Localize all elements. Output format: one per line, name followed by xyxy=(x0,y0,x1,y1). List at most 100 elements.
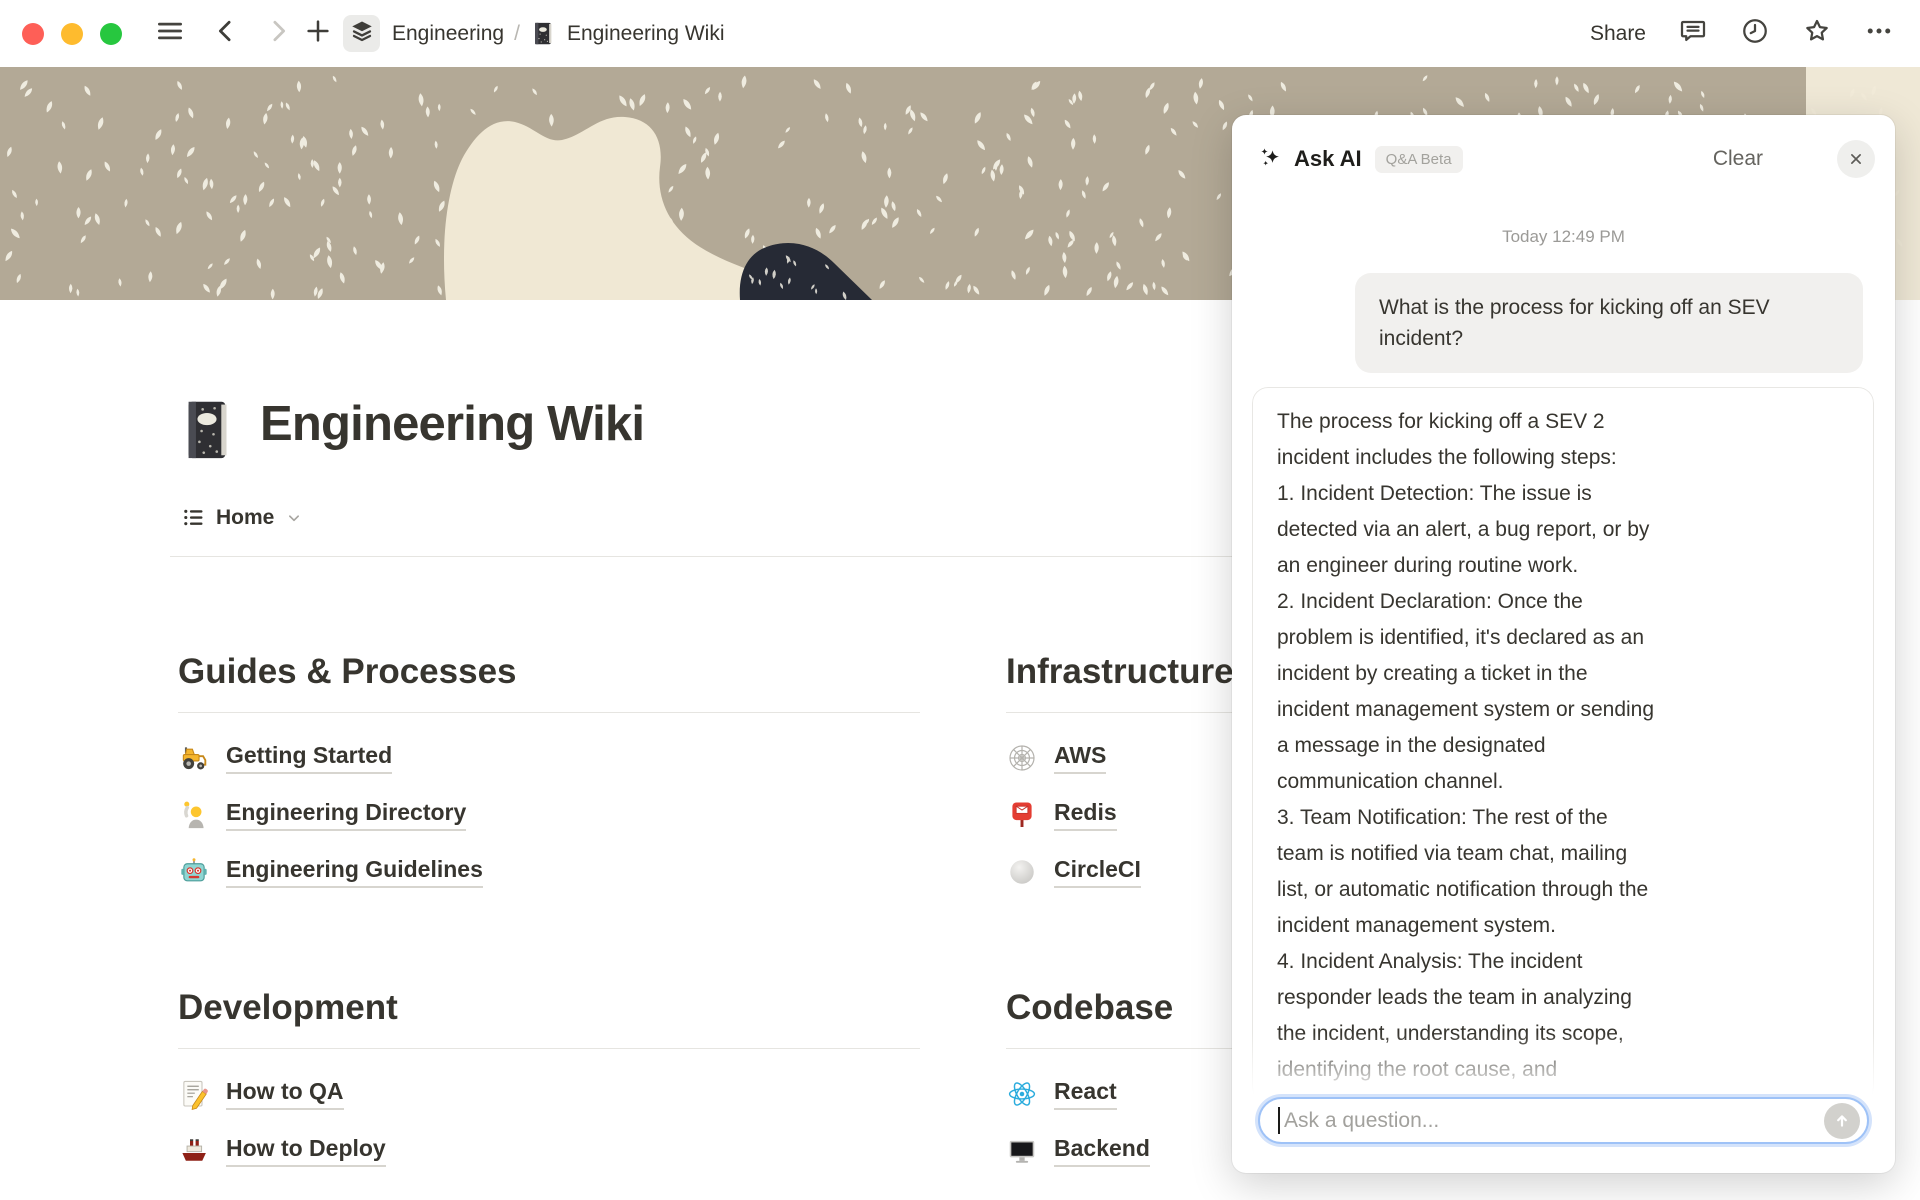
wiki-section: Guides & Processes Getting Started Enginee… xyxy=(178,628,920,900)
ai-answer-line: detected via an alert, a bug report, or … xyxy=(1277,512,1853,548)
user-question-bubble: What is the process for kicking off an S… xyxy=(1355,273,1863,373)
sidebar-menu-button[interactable] xyxy=(155,19,185,49)
notebook-icon xyxy=(530,20,557,47)
section-divider xyxy=(178,712,920,713)
view-tab-home[interactable]: Home xyxy=(181,505,304,530)
ai-answer-line: a message in the designated xyxy=(1277,728,1853,764)
share-button[interactable]: Share xyxy=(1590,22,1646,46)
close-icon xyxy=(1847,150,1865,168)
ai-answer-line: 3. Team Notification: The rest of the xyxy=(1277,800,1853,836)
wiki-section: Development How to QA How to Deploy xyxy=(178,964,920,1179)
raising-hand-icon xyxy=(178,799,210,831)
ai-answer-line: responder leads the team in analyzing xyxy=(1277,980,1853,1016)
ai-answer-line: incident includes the following steps: xyxy=(1277,440,1853,476)
sparkle-icon xyxy=(1258,146,1284,172)
comments-button[interactable] xyxy=(1678,19,1708,49)
clear-button[interactable]: Clear xyxy=(1713,147,1763,171)
ellipsis-icon xyxy=(1864,16,1894,51)
chevron-right-icon xyxy=(263,16,293,51)
back-button[interactable] xyxy=(211,19,241,49)
star-icon xyxy=(1802,16,1832,51)
wiki-page-link[interactable]: How to QA xyxy=(178,1065,920,1122)
ai-answer-line: 2. Incident Declaration: Once the xyxy=(1277,584,1853,620)
content-column-left: Guides & Processes Getting Started Enginee… xyxy=(178,628,920,1200)
traffic-close-button[interactable] xyxy=(22,23,44,45)
section-title: Development xyxy=(178,964,920,1030)
memo-icon xyxy=(178,1078,210,1110)
react-icon xyxy=(1006,1078,1038,1110)
wiki-page-link-label: Redis xyxy=(1054,799,1117,831)
conversation-timestamp: Today 12:49 PM xyxy=(1232,227,1895,247)
spiderweb-icon xyxy=(1006,742,1038,774)
wiki-page-link-label: CircleCI xyxy=(1054,856,1141,888)
ai-answer-line: 4. Incident Analysis: The incident xyxy=(1277,944,1853,980)
window-toolbar: Engineering / Engineering Wiki Share xyxy=(0,0,1920,67)
wiki-page-link[interactable]: Engineering Guidelines xyxy=(178,843,920,900)
breadcrumb-teamspace-icon[interactable] xyxy=(343,15,380,52)
traffic-minimize-button[interactable] xyxy=(61,23,83,45)
wiki-page-link-label: How to Deploy xyxy=(226,1135,386,1167)
chevron-down-icon xyxy=(284,508,304,528)
ai-answer-bubble: The process for kicking off a SEV 2incid… xyxy=(1252,387,1874,1103)
section-title: Guides & Processes xyxy=(178,628,920,694)
wiki-page-link-label: Engineering Directory xyxy=(226,799,466,831)
wiki-page-link[interactable]: Engineering Directory xyxy=(178,786,920,843)
ask-ai-header: Ask AI Q&A Beta Clear xyxy=(1258,139,1875,179)
wiki-page-link-label: Getting Started xyxy=(226,742,392,774)
ask-ai-title: Ask AI xyxy=(1294,146,1362,172)
page-title: Engineering Wiki xyxy=(260,396,644,452)
wiki-page-link[interactable]: Getting Started xyxy=(178,729,920,786)
ai-answer-line: team is notified via team chat, mailing xyxy=(1277,836,1853,872)
ship-icon xyxy=(178,1135,210,1167)
wiki-page-link-label: Engineering Guidelines xyxy=(226,856,483,888)
circle-icon xyxy=(1006,856,1038,888)
wiki-page-link[interactable]: How to Deploy xyxy=(178,1122,920,1179)
breadcrumb-separator: / xyxy=(514,22,520,46)
text-caret xyxy=(1278,1107,1280,1134)
list-icon xyxy=(181,505,206,530)
qa-beta-badge: Q&A Beta xyxy=(1375,146,1463,173)
clock-icon xyxy=(1740,16,1770,51)
ai-answer-line: the incident, understanding its scope, xyxy=(1277,1016,1853,1052)
ai-answer-line: incident by creating a ticket in the xyxy=(1277,656,1853,692)
ai-answer-line: identifying the root cause, and xyxy=(1277,1052,1853,1088)
ask-ai-panel: Ask AI Q&A Beta Clear Today 12:49 PM Wha… xyxy=(1232,115,1895,1173)
notion-window: Engineering / Engineering Wiki Share Eng… xyxy=(0,0,1920,1200)
ai-answer-line: problem is identified, it's declared as … xyxy=(1277,620,1853,656)
chevron-left-icon xyxy=(211,16,241,51)
view-tab-label: Home xyxy=(216,506,274,530)
wiki-page-link-label: React xyxy=(1054,1078,1117,1110)
ai-answer-line: The process for kicking off a SEV 2 xyxy=(1277,404,1853,440)
tractor-icon xyxy=(178,742,210,774)
comment-icon xyxy=(1678,16,1708,51)
hamburger-icon xyxy=(155,16,185,51)
panel-more-button[interactable] xyxy=(1789,144,1819,174)
section-divider xyxy=(178,1048,920,1049)
ai-answer-line: an engineer during routine work. xyxy=(1277,548,1853,584)
traffic-zoom-button[interactable] xyxy=(100,23,122,45)
panel-close-button[interactable] xyxy=(1837,140,1875,178)
wiki-page-link-label: How to QA xyxy=(226,1078,344,1110)
breadcrumb-page[interactable]: Engineering Wiki xyxy=(567,22,725,46)
postbox-icon xyxy=(1006,799,1038,831)
ask-question-inputbox[interactable] xyxy=(1258,1097,1869,1144)
breadcrumb-teamspace[interactable]: Engineering xyxy=(392,22,504,46)
ai-answer-line: incident management system or sending xyxy=(1277,692,1853,728)
monitor-icon xyxy=(1006,1135,1038,1167)
history-button[interactable] xyxy=(1740,19,1770,49)
ai-answer-line: incident management system. xyxy=(1277,908,1853,944)
wiki-page-link-label: AWS xyxy=(1054,742,1106,774)
wiki-page-link-label: Backend xyxy=(1054,1135,1150,1167)
ai-answer-line: communication channel. xyxy=(1277,764,1853,800)
new-page-button[interactable] xyxy=(303,19,333,49)
ask-question-input[interactable] xyxy=(1282,1108,1824,1134)
forward-button xyxy=(263,19,293,49)
plus-icon xyxy=(303,16,333,51)
layers-icon xyxy=(349,18,375,49)
arrow-up-icon xyxy=(1831,1110,1853,1132)
favorite-button[interactable] xyxy=(1802,19,1832,49)
page-icon-notebook[interactable] xyxy=(181,398,233,464)
more-options-button[interactable] xyxy=(1864,19,1894,49)
ai-answer-line: 1. Incident Detection: The issue is xyxy=(1277,476,1853,512)
send-button[interactable] xyxy=(1824,1103,1860,1139)
